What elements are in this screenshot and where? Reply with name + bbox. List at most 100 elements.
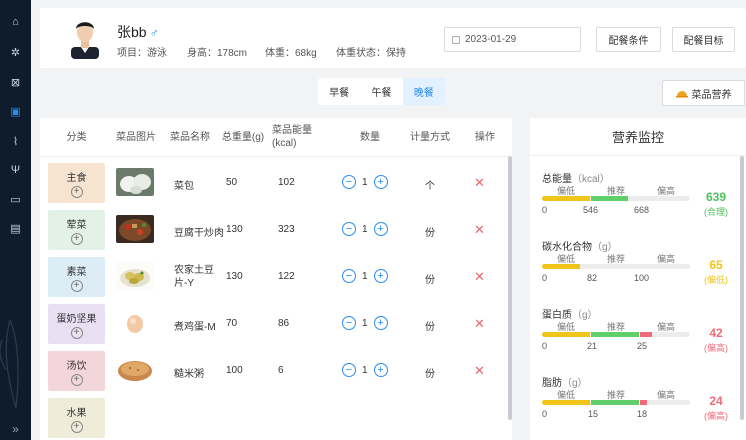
tick-label: 15 (588, 409, 599, 419)
user-name: 张bb ♂ (117, 24, 159, 40)
briefcase-icon[interactable]: ▣ (0, 101, 31, 121)
dish-unit: 份 (425, 228, 435, 239)
minus-icon[interactable]: − (342, 316, 356, 330)
tab-breakfast[interactable]: 早餐 (318, 78, 360, 105)
add-icon[interactable]: + (70, 185, 83, 198)
col-category: 分类 (66, 131, 87, 143)
plus-icon[interactable]: + (373, 363, 388, 377)
plus-icon[interactable]: + (373, 269, 388, 283)
low-segment (542, 196, 590, 201)
user-project: 项目：游泳 (117, 48, 167, 59)
monitor-scrollbar[interactable] (740, 156, 744, 420)
add-icon[interactable]: + (70, 420, 83, 433)
quantity-value: 1 (362, 317, 368, 329)
avatar (71, 22, 99, 59)
category-staple[interactable]: 主食 + (48, 163, 105, 203)
nutrient-energy: 总能量（kcal） 偏低 推荐 偏高 0 546 668 639 (合理) (530, 170, 740, 240)
category-label: 荤菜 (66, 219, 87, 231)
user-height: 身高：178cm (187, 48, 248, 59)
category-soup-drink[interactable]: 汤饮 + (48, 351, 105, 391)
nutrient-name: 碳水化合物（g） (542, 242, 618, 253)
low-segment (542, 264, 580, 269)
minus-icon[interactable]: − (342, 269, 356, 283)
gift-icon[interactable]: ⊠ (0, 72, 31, 92)
add-icon[interactable]: + (70, 326, 83, 339)
delete-icon[interactable]: ✕ (474, 316, 485, 332)
nutrient-status: (偏低) (704, 275, 728, 285)
quantity-stepper: −1 + (342, 175, 388, 189)
dish-image-porridge (116, 356, 154, 384)
calendar-icon (452, 35, 460, 44)
nutrient-fat: 脂肪（g） 偏低 推荐 偏高 0 15 18 24 (偏高) (530, 374, 740, 440)
monitor-icon[interactable]: ▭ (0, 189, 31, 209)
dish-energy: 102 (278, 177, 295, 188)
low-segment (542, 400, 590, 405)
high-segment (640, 400, 647, 405)
dish-image-bun (116, 168, 154, 196)
high-segment (640, 332, 652, 337)
dish-image-potato (116, 262, 154, 290)
category-fruit[interactable]: 水果 + (48, 398, 105, 438)
dish-name: 煮鸡蛋-M (174, 322, 216, 333)
dish-image-stirfry (116, 215, 154, 243)
nutrient-value: 42 (709, 326, 723, 340)
delete-icon[interactable]: ✕ (474, 363, 485, 379)
tick-label: 668 (634, 205, 650, 215)
table-scrollbar[interactable] (508, 156, 512, 420)
category-label: 汤饮 (66, 360, 87, 372)
printer-icon[interactable]: ▤ (0, 218, 31, 238)
plus-icon[interactable]: + (373, 316, 388, 330)
delete-icon[interactable]: ✕ (474, 222, 485, 238)
tab-dinner[interactable]: 晚餐 (402, 78, 445, 105)
low-segment (542, 332, 590, 337)
col-weight: 总重量(g) (221, 131, 265, 143)
dish-unit: 份 (425, 369, 435, 380)
table-header-divider (40, 156, 512, 157)
add-icon[interactable]: + (70, 373, 83, 386)
dish-energy: 122 (278, 271, 295, 282)
tab-lunch[interactable]: 午餐 (360, 78, 402, 105)
add-icon[interactable]: + (70, 279, 83, 292)
date-value: 2023-01-29 (465, 34, 517, 45)
delete-icon[interactable]: ✕ (474, 269, 485, 285)
tick-label: 25 (637, 341, 648, 351)
minus-icon[interactable]: − (342, 363, 356, 377)
dish-unit: 份 (425, 322, 435, 333)
home-icon[interactable]: ⌂ (0, 12, 31, 32)
user-weight: 体重：68kg (265, 48, 317, 59)
dish-name: 糙米粥 (174, 369, 204, 380)
chart-icon[interactable]: ⌇ (0, 131, 31, 151)
quantity-stepper: −1 + (342, 222, 388, 236)
minus-icon[interactable]: − (342, 222, 356, 236)
meal-goals-button[interactable]: 配餐目标 (672, 27, 735, 52)
tick-label: 546 (583, 205, 599, 215)
plus-icon[interactable]: + (373, 175, 388, 189)
nutrient-value: 639 (705, 190, 727, 204)
category-label: 水果 (66, 407, 87, 419)
delete-icon[interactable]: ✕ (474, 175, 485, 191)
category-label: 主食 (66, 172, 87, 184)
date-picker[interactable]: 2023-01-29 (444, 27, 581, 52)
minus-icon[interactable]: − (342, 175, 356, 189)
tick-label: 0 (542, 273, 548, 283)
user-body-status: 体重状态：保持 (336, 48, 406, 59)
expand-icon[interactable]: » (0, 422, 31, 436)
recommended-segment (591, 400, 639, 405)
male-icon: ♂ (149, 26, 159, 40)
quantity-value: 1 (362, 176, 368, 188)
meal-conditions-button[interactable]: 配餐条件 (596, 27, 661, 52)
dish-table: 分类 菜品图片 菜品名称 总重量(g) 菜品能量 (kcal) 数量 计量方式 … (40, 118, 512, 440)
category-meat[interactable]: 荤菜 + (48, 210, 105, 250)
dish-weight: 100 (226, 365, 243, 376)
utensils-icon[interactable]: Ψ (0, 160, 31, 180)
category-egg-dairy-nut[interactable]: 蛋奶坚果 + (48, 304, 105, 344)
dish-nutrition-button[interactable]: 菜品营养 (662, 80, 745, 106)
plus-icon[interactable]: + (373, 222, 388, 236)
nutrient-value: 65 (709, 258, 723, 272)
add-icon[interactable]: + (70, 232, 83, 245)
tick-label: 0 (542, 205, 548, 215)
settings-icon[interactable]: ✲ (0, 42, 31, 62)
col-energy: 菜品能量 (kcal) (272, 125, 312, 149)
quantity-stepper: −1 + (342, 269, 388, 283)
category-vegetable[interactable]: 素菜 + (48, 257, 105, 297)
